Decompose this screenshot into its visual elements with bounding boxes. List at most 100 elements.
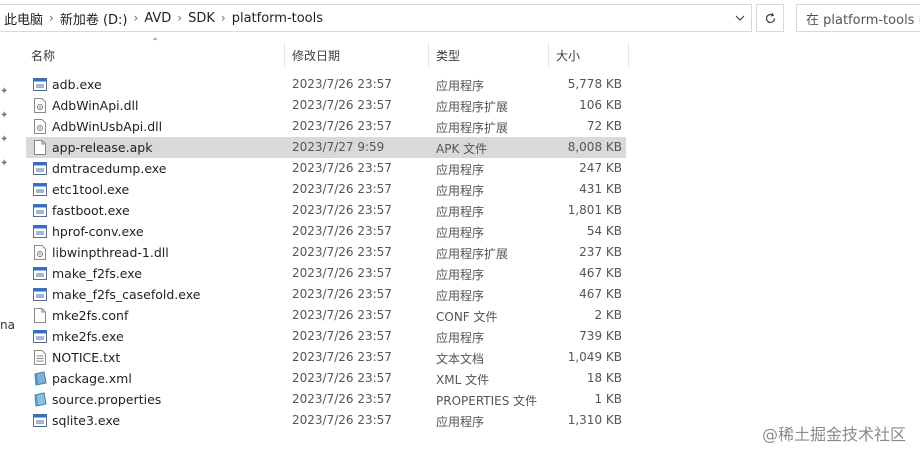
file-size: 5,778 KB — [567, 77, 622, 91]
file-name: app-release.apk — [52, 140, 153, 155]
breadcrumb-item-sdk[interactable]: SDK — [184, 11, 219, 26]
file-size: 1 KB — [594, 392, 622, 406]
file-row[interactable]: NOTICE.txt 2023/7/26 23:57 文本文档 1,049 KB — [26, 347, 626, 368]
file-modified-date: 2023/7/26 23:57 — [292, 350, 392, 364]
exe-icon — [33, 413, 47, 428]
file-modified-date: 2023/7/26 23:57 — [292, 308, 392, 322]
file-modified-date: 2023/7/26 23:57 — [292, 119, 392, 133]
file-modified-date: 2023/7/26 23:57 — [292, 182, 392, 196]
refresh-icon — [765, 12, 775, 23]
file-type: PROPERTIES 文件 — [436, 394, 538, 408]
file-row[interactable]: fastboot.exe 2023/7/26 23:57 应用程序 1,801 KB — [26, 200, 626, 221]
file-size: 8,008 KB — [567, 140, 622, 154]
file-row[interactable]: hprof-conv.exe 2023/7/26 23:57 应用程序 54 KB — [26, 221, 626, 242]
file-row[interactable]: make_f2fs.exe 2023/7/26 23:57 应用程序 467 KB — [26, 263, 626, 284]
column-header-date[interactable]: 修改日期 — [292, 40, 340, 70]
exe-icon — [33, 77, 47, 92]
exe-icon — [33, 203, 47, 218]
dll-icon — [33, 119, 47, 134]
column-header-name[interactable]: 名称 — [31, 40, 55, 70]
file-list: adb.exe 2023/7/26 23:57 应用程序 5,778 KB AdbWin… — [26, 74, 626, 431]
search-input[interactable]: 在 platform-tools 中 — [796, 4, 920, 32]
file-modified-date: 2023/7/26 23:57 — [292, 224, 392, 238]
exe-icon — [33, 161, 47, 176]
breadcrumb-item-this-pc[interactable]: 此电脑 — [0, 9, 47, 28]
file-row[interactable]: mke2fs.exe 2023/7/26 23:57 应用程序 739 KB — [26, 326, 626, 347]
file-modified-date: 2023/7/26 23:57 — [292, 98, 392, 112]
column-header-size[interactable]: 大小 — [556, 40, 580, 70]
dll-icon — [33, 98, 47, 113]
file-type: 文本文档 — [436, 352, 485, 366]
chevron-right-icon[interactable]: › — [175, 11, 184, 25]
file-row[interactable]: app-release.apk 2023/7/27 9:59 APK 文件 8,008… — [26, 137, 626, 158]
file-name: sqlite3.exe — [52, 413, 121, 428]
watermark: @稀土掘金技术社区 — [761, 425, 906, 444]
file-row[interactable]: AdbWinApi.dll 2023/7/26 23:57 应用程序扩展 106 KB — [26, 95, 626, 116]
file-type: 应用程序 — [436, 415, 485, 429]
chevron-right-icon[interactable]: › — [132, 11, 141, 25]
file-type: 应用程序扩展 — [436, 100, 509, 114]
column-divider[interactable] — [428, 42, 429, 68]
file-row[interactable]: etc1tool.exe 2023/7/26 23:57 应用程序 431 KB — [26, 179, 626, 200]
refresh-button[interactable] — [756, 4, 784, 32]
file-modified-date: 2023/7/26 23:57 — [292, 392, 392, 406]
exe-icon — [33, 266, 47, 281]
file-modified-date: 2023/7/26 23:57 — [292, 287, 392, 301]
file-type: CONF 文件 — [436, 310, 498, 324]
file-icon — [33, 308, 47, 323]
file-size: 739 KB — [579, 329, 622, 343]
exe-icon — [33, 224, 47, 239]
file-name: mke2fs.exe — [52, 329, 124, 344]
text-file-icon — [33, 350, 47, 365]
file-row[interactable]: libwinpthread-1.dll 2023/7/26 23:57 应用程序扩展… — [26, 242, 626, 263]
file-size: 1,801 KB — [567, 203, 622, 217]
file-size: 237 KB — [579, 245, 622, 259]
column-divider[interactable] — [548, 42, 549, 68]
file-name: mke2fs.conf — [52, 308, 129, 323]
file-row[interactable]: package.xml 2023/7/26 23:57 XML 文件 18 KB — [26, 368, 626, 389]
file-type: APK 文件 — [436, 142, 488, 156]
file-row[interactable]: adb.exe 2023/7/26 23:57 应用程序 5,778 KB — [26, 74, 626, 95]
file-modified-date: 2023/7/26 23:57 — [292, 245, 392, 259]
file-name: dmtracedump.exe — [52, 161, 167, 176]
file-size: 106 KB — [579, 98, 622, 112]
search-placeholder: 在 platform-tools 中 — [806, 12, 920, 28]
file-name: NOTICE.txt — [52, 350, 121, 365]
pin-icon[interactable]: ✦ — [0, 110, 8, 121]
chevron-down-icon[interactable] — [728, 4, 752, 32]
pin-icon[interactable]: ✦ — [0, 134, 8, 145]
dll-icon — [33, 245, 47, 260]
file-row[interactable]: AdbWinUsbApi.dll 2023/7/26 23:57 应用程序扩展 72 … — [26, 116, 626, 137]
column-divider[interactable] — [628, 42, 629, 68]
breadcrumb-item-avd[interactable]: AVD — [140, 11, 175, 26]
exe-icon — [33, 287, 47, 302]
breadcrumb-item-drive[interactable]: 新加卷 (D:) — [56, 9, 132, 28]
file-type: 应用程序扩展 — [436, 247, 509, 261]
file-type: 应用程序 — [436, 289, 485, 303]
pin-icon[interactable]: ✦ — [0, 158, 8, 169]
file-size: 72 KB — [586, 119, 622, 133]
file-size: 18 KB — [586, 371, 622, 385]
file-name: adb.exe — [52, 77, 102, 92]
file-row[interactable]: source.properties 2023/7/26 23:57 PROPERTI… — [26, 389, 626, 410]
file-row[interactable]: dmtracedump.exe 2023/7/26 23:57 应用程序 247 KB — [26, 158, 626, 179]
chevron-right-icon[interactable]: › — [47, 11, 56, 25]
breadcrumb-item-platform-tools[interactable]: platform-tools — [228, 11, 327, 26]
file-row[interactable]: sqlite3.exe 2023/7/26 23:57 应用程序 1,310 KB — [26, 410, 626, 431]
properties-icon — [33, 392, 47, 407]
navigation-pane: ✦ ✦ ✦ ✦ na — [0, 36, 15, 457]
breadcrumb[interactable]: 此电脑 › 新加卷 (D:) › AVD › SDK › platform-to… — [0, 4, 752, 32]
column-divider[interactable] — [284, 42, 285, 68]
file-modified-date: 2023/7/26 23:57 — [292, 371, 392, 385]
file-modified-date: 2023/7/26 23:57 — [292, 77, 392, 91]
file-row[interactable]: make_f2fs_casefold.exe 2023/7/26 23:57 应用程… — [26, 284, 626, 305]
file-name: AdbWinUsbApi.dll — [52, 119, 163, 134]
file-type: 应用程序 — [436, 79, 485, 93]
pin-icon[interactable]: ✦ — [0, 86, 8, 97]
address-bar: 此电脑 › 新加卷 (D:) › AVD › SDK › platform-to… — [0, 0, 920, 36]
chevron-right-icon[interactable]: › — [219, 11, 228, 25]
file-row[interactable]: mke2fs.conf 2023/7/26 23:57 CONF 文件 2 KB — [26, 305, 626, 326]
file-type: 应用程序 — [436, 163, 485, 177]
column-header-type[interactable]: 类型 — [436, 40, 460, 70]
nav-item-fragment[interactable]: na — [0, 318, 15, 332]
